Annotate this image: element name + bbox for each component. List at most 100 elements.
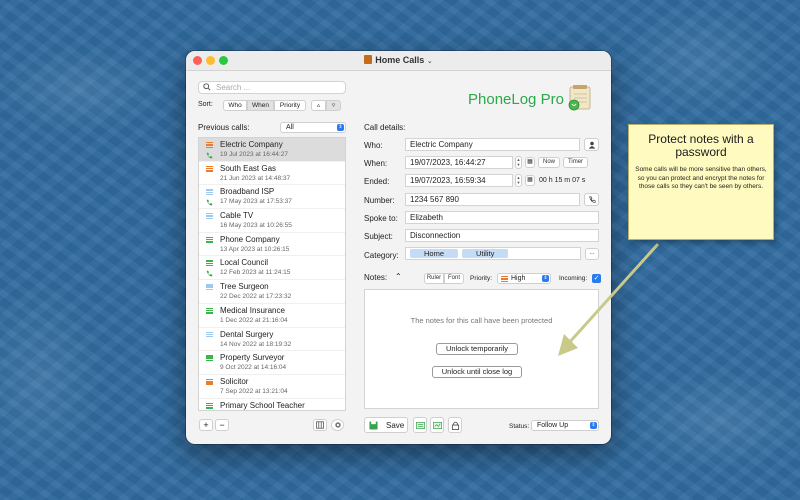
low-priority-icon — [206, 331, 213, 338]
call-list-row[interactable]: South East Gas 21 Jun 2023 at 14:48:37 — [199, 162, 345, 186]
sort-who-button[interactable]: Who — [223, 100, 247, 111]
call-filter-select[interactable]: All ⇕ — [280, 122, 346, 133]
save-disk-icon — [369, 421, 378, 430]
call-list-row[interactable]: Dental Surgery 14 Nov 2022 at 18:19:32 — [199, 328, 345, 352]
spoke-to-field[interactable]: Elizabeth — [405, 211, 599, 224]
medium-priority-icon — [206, 236, 213, 243]
call-name: Medical Insurance — [220, 305, 285, 315]
high-priority-icon — [501, 276, 508, 282]
dial-button[interactable] — [584, 193, 599, 206]
call-name: Dental Surgery — [220, 329, 274, 339]
desktop: { "window": { "title": "Home Calls" }, "… — [0, 0, 800, 500]
callout-body: Some calls will be more sensitive than o… — [635, 166, 767, 190]
select-arrows-icon: ⇕ — [337, 124, 344, 131]
remove-call-button[interactable]: − — [215, 419, 229, 431]
call-date: 16 May 2023 at 10:26:55 — [220, 222, 292, 230]
add-call-button[interactable]: + — [199, 419, 213, 431]
status-select[interactable]: Follow Up ⇕ — [531, 420, 599, 431]
previous-calls-list[interactable]: Electric Company 19 Jul 2023 at 16:44:27 S… — [198, 137, 346, 411]
sort-priority-button[interactable]: Priority — [274, 100, 306, 111]
category-label: Category: — [364, 251, 399, 260]
log-icon — [433, 421, 442, 430]
ended-label: Ended: — [364, 177, 390, 186]
call-name: Cable TV — [220, 211, 254, 221]
when-label: When: — [364, 159, 388, 168]
ended-field[interactable]: 19/07/2023, 16:59:34 — [405, 174, 513, 187]
incoming-call-icon — [206, 152, 213, 159]
export-button[interactable] — [413, 417, 427, 433]
sort-descending-button[interactable]: ▿ — [326, 100, 341, 111]
high-priority-icon — [206, 165, 213, 172]
high-priority-icon — [206, 142, 213, 148]
call-list-row[interactable]: Medical Insurance 1 Dec 2022 at 21:16:04 — [199, 304, 345, 328]
call-date: 1 Dec 2022 at 21:16:04 — [220, 316, 288, 324]
calendar-icon: ▦ — [527, 159, 533, 165]
search-input[interactable]: Search ... — [198, 81, 346, 94]
export-icon — [416, 421, 425, 430]
ruler-button[interactable]: Ruler — [424, 273, 444, 284]
gear-icon — [334, 422, 341, 428]
call-name: South East Gas — [220, 163, 277, 173]
call-list-row[interactable]: Property Surveyor 9 Oct 2022 at 14:16:04 — [199, 351, 345, 375]
call-date: 7 Sep 2022 at 13:21:04 — [220, 387, 288, 395]
subject-label: Subject: — [364, 232, 393, 241]
category-tag[interactable]: Utility — [462, 249, 509, 258]
sort-when-button[interactable]: When — [247, 100, 274, 111]
notes-collapse-icon[interactable]: ⌃ — [395, 272, 402, 281]
call-list-row[interactable]: Solicitor 7 Sep 2022 at 13:21:04 — [199, 375, 345, 399]
call-name: Local Council — [220, 258, 269, 268]
select-arrows-icon: ⇕ — [590, 422, 597, 429]
number-label: Number: — [364, 196, 395, 205]
when-stepper[interactable]: ▲ ▼ — [515, 156, 522, 169]
incoming-call-icon — [206, 200, 213, 206]
call-date: 21 Jun 2023 at 14:48:37 — [220, 174, 291, 182]
lock-icon — [451, 421, 460, 430]
medium-priority-icon — [206, 260, 213, 267]
call-name: Primary School Teacher — [220, 400, 305, 410]
search-placeholder: Search ... — [216, 83, 251, 92]
call-list-row[interactable]: Cable TV 16 May 2023 at 10:26:55 — [199, 209, 345, 233]
call-date: 22 Dec 2022 at 17:23:32 — [220, 293, 292, 301]
save-button[interactable]: Save — [364, 417, 408, 433]
number-field[interactable]: 1234 567 890 — [405, 193, 580, 206]
call-list-row[interactable]: Phone Company 13 Apr 2023 at 10:26:15 — [199, 233, 345, 257]
window-title-menu[interactable]: Home Calls ⌄ — [186, 55, 611, 65]
call-name: Tree Surgeon — [220, 282, 269, 292]
call-date: 14 Nov 2022 at 18:19:32 — [220, 340, 292, 348]
call-name: Property Surveyor — [220, 353, 285, 363]
call-date: 12 Feb 2023 at 11:24:15 — [220, 269, 291, 277]
priority-label: Priority: — [470, 275, 493, 282]
call-list-row[interactable]: Tree Surgeon 22 Dec 2022 at 17:23:32 — [199, 280, 345, 304]
timer-button[interactable]: Timer — [563, 157, 588, 168]
lock-notes-button[interactable] — [448, 417, 462, 433]
now-button[interactable]: Now — [538, 157, 560, 168]
call-list-row[interactable]: Primary School Teacher — [199, 399, 345, 410]
incoming-call-icon — [206, 271, 213, 277]
call-details-heading: Call details: — [364, 123, 406, 132]
who-field[interactable]: Electric Company — [405, 138, 580, 151]
settings-button[interactable] — [331, 419, 344, 431]
ended-calendar-button[interactable]: ▦ — [525, 175, 535, 186]
contact-picker-button[interactable] — [584, 138, 599, 151]
call-list-row[interactable]: Electric Company 19 Jul 2023 at 16:44:27 — [199, 138, 345, 162]
call-list-row[interactable]: Local Council 12 Feb 2023 at 11:24:15 — [199, 256, 345, 281]
when-field[interactable]: 19/07/2023, 16:44:27 — [405, 156, 513, 169]
feature-callout: Protect notes with a password Some calls… — [628, 124, 774, 240]
sort-ascending-button[interactable]: ▵ — [311, 100, 326, 111]
calendar-button[interactable]: ▦ — [525, 157, 535, 168]
phonelog-app-icon — [568, 85, 591, 111]
unlock-temporarily-button[interactable]: Unlock temporarily — [436, 343, 518, 355]
print-button[interactable] — [430, 417, 444, 433]
sort-label: Sort: — [198, 101, 213, 108]
call-name: Electric Company — [220, 140, 283, 149]
priority-value: High — [511, 275, 526, 282]
callout-title: Protect notes with a password — [648, 132, 754, 159]
save-label: Save — [386, 421, 405, 430]
category-tag[interactable]: Home — [410, 249, 459, 258]
call-list-row[interactable]: Broadband ISP 17 May 2023 at 17:53:37 — [199, 185, 345, 210]
font-button[interactable]: Font — [444, 273, 464, 284]
low-priority-icon — [206, 284, 213, 291]
columns-toggle-button[interactable] — [313, 419, 327, 431]
unlock-until-close-button[interactable]: Unlock until close log — [432, 366, 522, 378]
ended-stepper[interactable]: ▲ ▼ — [515, 174, 522, 187]
